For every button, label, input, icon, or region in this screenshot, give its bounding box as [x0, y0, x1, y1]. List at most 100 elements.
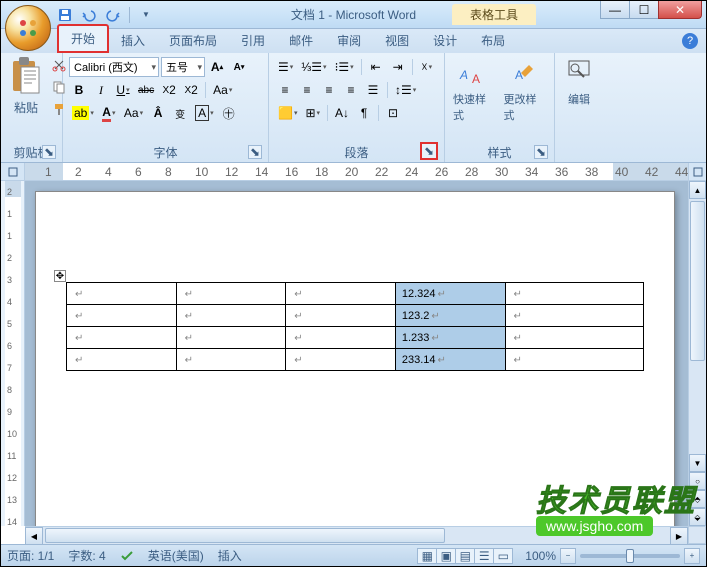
table-cell[interactable] — [505, 305, 644, 327]
document-table[interactable]: 12.324 123.2 1.233 — [66, 282, 644, 371]
justify-button[interactable]: ≡ — [341, 80, 361, 100]
view-print-layout[interactable]: ▦ — [417, 548, 437, 564]
zoom-slider[interactable] — [580, 554, 680, 558]
table-cell[interactable] — [286, 327, 396, 349]
enclosed-char-button[interactable]: ㊉ — [219, 103, 239, 123]
page-container[interactable]: ✥ 12.324 123.2 — [25, 181, 688, 526]
table-cell[interactable] — [505, 327, 644, 349]
font-dialog-launcher[interactable]: ⬊ — [248, 145, 262, 159]
table-cell[interactable] — [67, 327, 177, 349]
table-cell[interactable] — [176, 305, 286, 327]
strikethrough-button[interactable]: abc — [135, 80, 157, 100]
table-cell[interactable] — [67, 349, 177, 371]
redo-button[interactable] — [103, 5, 123, 25]
view-draft[interactable]: ▭ — [493, 548, 513, 564]
shading-button[interactable]: 🟨 — [275, 103, 300, 123]
tab-table-layout[interactable]: 布局 — [469, 28, 517, 53]
view-web[interactable]: ▤ — [455, 548, 475, 564]
status-language[interactable]: 英语(美国) — [148, 547, 204, 564]
align-right-button[interactable]: ≡ — [319, 80, 339, 100]
line-spacing-button[interactable]: ↕☰ — [392, 80, 419, 100]
char-scaling-button[interactable]: Â — [148, 103, 168, 123]
table-move-handle[interactable]: ✥ — [54, 270, 66, 282]
qat-dropdown[interactable]: ▼ — [136, 5, 156, 25]
styles-dialog-launcher[interactable]: ⬊ — [534, 145, 548, 159]
paragraph-dialog-launcher[interactable]: ⬊ — [420, 142, 438, 160]
status-insert-mode[interactable]: 插入 — [218, 547, 242, 564]
sort-button[interactable]: A↓ — [332, 103, 352, 123]
numbering-button[interactable]: ⅓☰ — [298, 57, 329, 77]
prev-page-button[interactable]: ⬘ — [689, 490, 706, 508]
tab-review[interactable]: 审阅 — [325, 28, 373, 53]
status-page[interactable]: 页面: 1/1 — [7, 547, 54, 564]
close-button[interactable]: ✕ — [658, 1, 702, 19]
editing-button[interactable]: 编辑 — [559, 55, 599, 109]
view-outline[interactable]: ☰ — [474, 548, 494, 564]
scrollbar-vertical[interactable]: ▲ ▼ ○ ⬘ ⬙ — [688, 181, 706, 526]
zoom-out-button[interactable]: − — [560, 548, 576, 564]
phonetic-guide-button[interactable]: 变 — [170, 103, 190, 123]
subscript-button[interactable]: X2 — [159, 80, 179, 100]
help-button[interactable]: ? — [682, 33, 698, 49]
minimize-button[interactable]: — — [600, 1, 630, 19]
ruler-corner[interactable] — [1, 163, 25, 180]
font-name-combo[interactable]: Calibri (西文) — [69, 57, 159, 77]
tab-view[interactable]: 视图 — [373, 28, 421, 53]
undo-button[interactable] — [79, 5, 99, 25]
ruler-toggle-button[interactable] — [688, 163, 706, 180]
tab-design[interactable]: 设计 — [421, 28, 469, 53]
paste-button[interactable]: 粘贴 — [5, 55, 47, 118]
distributed-button[interactable]: ☰ — [363, 80, 383, 100]
table-cell[interactable] — [286, 283, 396, 305]
align-center-button[interactable]: ≡ — [297, 80, 317, 100]
table-cell[interactable] — [176, 349, 286, 371]
scroll-up-button[interactable]: ▲ — [689, 181, 706, 199]
italic-button[interactable]: I — [91, 80, 111, 100]
table-cell[interactable] — [505, 283, 644, 305]
table-cell[interactable]: 123.2 — [395, 305, 505, 327]
table-cell[interactable] — [505, 349, 644, 371]
maximize-button[interactable]: ☐ — [629, 1, 659, 19]
scroll-right-button[interactable]: ▶ — [670, 527, 688, 545]
clipboard-dialog-launcher[interactable]: ⬊ — [42, 145, 56, 159]
table-cell[interactable] — [176, 327, 286, 349]
table-cell[interactable]: 12.324 — [395, 283, 505, 305]
superscript-button[interactable]: X2 — [181, 80, 201, 100]
bullets-button[interactable]: ☰ — [275, 57, 296, 77]
zoom-thumb[interactable] — [626, 549, 634, 563]
ruler-h-track[interactable]: 124681012141618202224262830343638404244 — [25, 163, 688, 180]
scroll-down-button[interactable]: ▼ — [689, 454, 706, 472]
save-button[interactable] — [55, 5, 75, 25]
zoom-level[interactable]: 100% — [525, 549, 556, 563]
scroll-left-button[interactable]: ◀ — [25, 527, 43, 545]
font-color-button[interactable]: A — [99, 103, 119, 123]
office-button[interactable] — [5, 5, 51, 51]
table-cell[interactable] — [67, 305, 177, 327]
scrollbar-horizontal[interactable]: ◀ ▶ — [25, 526, 688, 544]
change-styles-button[interactable]: A 更改样式 — [500, 55, 551, 125]
next-page-button[interactable]: ⬙ — [689, 508, 706, 526]
grow-font-button[interactable]: A▴ — [207, 57, 227, 77]
increase-indent-button[interactable]: ⇥ — [388, 57, 408, 77]
quick-styles-button[interactable]: AA 快速样式 — [449, 55, 500, 125]
zoom-in-button[interactable]: + — [684, 548, 700, 564]
multilevel-list-button[interactable]: ⁝☰ — [332, 57, 357, 77]
view-fullscreen[interactable]: ▣ — [436, 548, 456, 564]
snap-button[interactable]: ⊡ — [383, 103, 403, 123]
browse-object-button[interactable]: ○ — [689, 472, 706, 490]
align-left-button[interactable]: ≡ — [275, 80, 295, 100]
clear-format-button[interactable]: Aa — [210, 80, 235, 100]
highlight-button[interactable]: ab — [69, 103, 97, 123]
table-cell[interactable]: 233.14 — [395, 349, 505, 371]
underline-button[interactable]: U — [113, 80, 133, 100]
status-proof[interactable] — [120, 549, 134, 563]
tab-insert[interactable]: 插入 — [109, 28, 157, 53]
borders-button[interactable]: ⊞ — [302, 103, 323, 123]
table-cell[interactable] — [176, 283, 286, 305]
ruler-vertical[interactable]: 211234567891011121314 — [1, 181, 25, 526]
text-direction-button[interactable]: ☓ — [417, 57, 437, 77]
status-words[interactable]: 字数: 4 — [68, 547, 105, 564]
tab-references[interactable]: 引用 — [229, 28, 277, 53]
decrease-indent-button[interactable]: ⇤ — [366, 57, 386, 77]
char-border-button[interactable]: A — [192, 103, 217, 123]
